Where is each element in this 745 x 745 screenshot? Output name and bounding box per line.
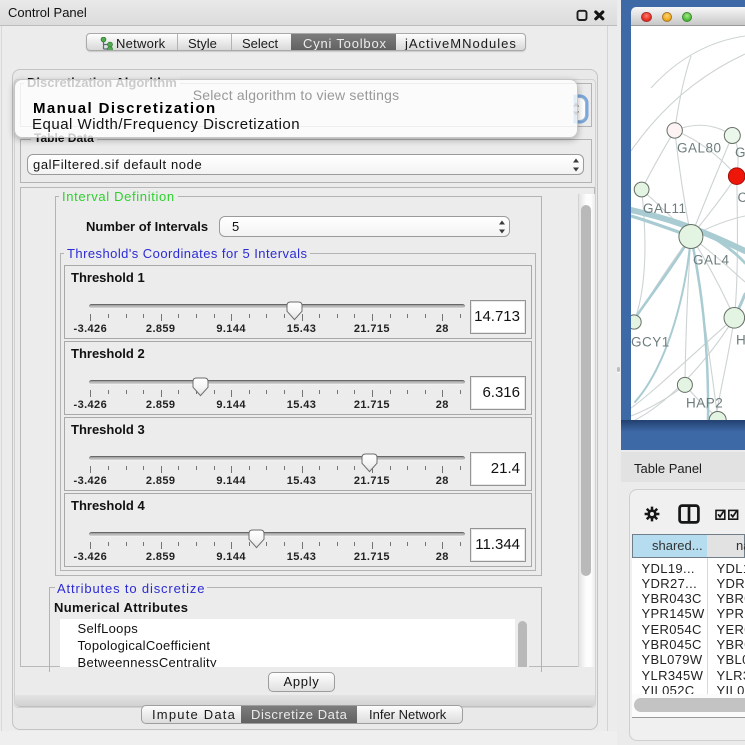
svg-text:H: H: [736, 333, 745, 348]
svg-text:GAL4: GAL4: [693, 253, 730, 268]
svg-text:GAL80: GAL80: [677, 141, 722, 156]
svg-text:HAP2: HAP2: [686, 396, 723, 411]
svg-text:GA: GA: [735, 145, 745, 160]
svg-text:GAL11: GAL11: [643, 201, 687, 216]
svg-text:GCY1: GCY1: [631, 335, 670, 350]
svg-text:C: C: [738, 190, 745, 205]
